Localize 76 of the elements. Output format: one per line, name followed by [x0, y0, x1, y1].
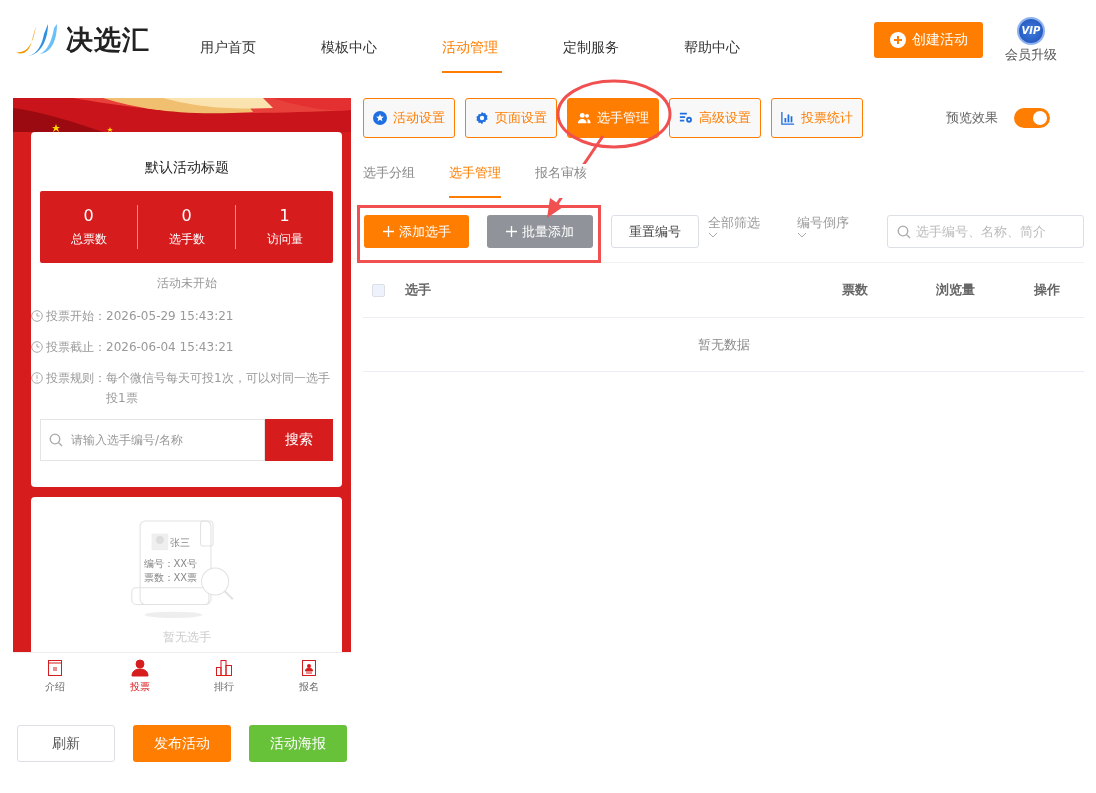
column-header: 票数	[841, 281, 869, 299]
stat-label: 选手数	[168, 231, 205, 248]
vip-upgrade-label[interactable]: 会员升级	[1005, 45, 1057, 64]
settings-icon	[475, 111, 489, 125]
filter-dropdown[interactable]: 编号倒序	[797, 210, 877, 238]
nav-link[interactable]: 用户首页	[200, 0, 321, 80]
clock-icon	[31, 341, 43, 353]
nav-link[interactable]: 帮助中心	[684, 0, 805, 80]
bottom-nav-item[interactable]: 投票	[97, 653, 182, 700]
stat-value: 0	[83, 206, 94, 225]
add-contestant-button[interactable]: 添加选手	[364, 215, 469, 248]
select-all-checkbox[interactable]	[372, 283, 385, 297]
chevron-down-icon	[797, 232, 807, 238]
bottom-nav-item[interactable]: 介绍	[13, 653, 98, 700]
illustration-text: 编号：XX号	[143, 557, 198, 571]
bar-chart-icon	[215, 659, 234, 677]
vip-badge[interactable]: VIP	[1017, 16, 1045, 45]
search-icon	[49, 433, 63, 447]
nav-link[interactable]: 模板中心	[321, 0, 442, 80]
create-activity-button[interactable]: 创建活动	[874, 22, 983, 58]
empty-table-message: 暂无数据	[363, 318, 1084, 372]
stat-value: 0	[181, 206, 192, 225]
bottom-nav-item[interactable]: 排行	[182, 653, 267, 700]
settings-tab[interactable]: 选手管理	[567, 98, 659, 138]
batch-add-button[interactable]: 批量添加	[487, 215, 593, 248]
plus-circle-icon	[889, 32, 906, 48]
activity-status: 活动未开始	[155, 275, 218, 292]
clock-icon	[31, 310, 43, 322]
settings-tab[interactable]: 投票统计	[771, 98, 863, 138]
toggle-label: 预览效果	[946, 109, 998, 127]
action-button[interactable]: 刷新	[17, 725, 115, 762]
contestant-search-field[interactable]: 选手编号、名称、简介	[887, 215, 1084, 248]
document-icon	[46, 659, 65, 677]
settings-tab[interactable]: 活动设置	[363, 98, 455, 138]
nav-link[interactable]: 活动管理	[442, 0, 563, 80]
illustration-name: 张三	[169, 536, 190, 550]
settings-tab[interactable]: 页面设置	[465, 98, 557, 138]
action-button[interactable]: 活动海报	[249, 725, 347, 762]
preview-toggle[interactable]	[1014, 108, 1050, 128]
bar-chart-icon	[781, 111, 795, 125]
info-value: 2026-06-04 15:43:21	[106, 339, 234, 356]
star-icon	[373, 111, 387, 125]
column-header: 选手	[405, 281, 432, 299]
column-header: 浏览量	[934, 281, 976, 299]
sliders-icon	[679, 111, 693, 125]
stat-label: 总票数	[70, 231, 107, 248]
search-field[interactable]: 请输入选手编号/名称	[40, 419, 265, 461]
filter-dropdown[interactable]: 全部筛选	[708, 210, 788, 238]
info-value: 每个微信号每天可投1次，可以对同一选手投1票	[106, 370, 331, 407]
illustration-text: 票数：XX票	[143, 571, 198, 585]
search-button[interactable]: 搜索	[265, 419, 333, 461]
nav-link[interactable]: 定制服务	[563, 0, 684, 80]
plus-icon	[506, 226, 517, 237]
info-label: 投票规则：	[46, 370, 106, 387]
id-card-icon	[299, 659, 318, 677]
info-value: 2026-05-29 15:43:21	[106, 308, 234, 325]
stat-label: 访问量	[266, 231, 303, 248]
column-header: 操作	[1033, 281, 1061, 299]
chevron-down-icon	[708, 232, 718, 238]
sub-tab[interactable]: 选手管理	[449, 164, 501, 198]
activity-title: 默认活动标题	[143, 158, 230, 177]
users-icon	[577, 111, 591, 125]
person-icon	[130, 659, 149, 677]
logo-icon	[14, 22, 58, 58]
action-button[interactable]: 发布活动	[133, 725, 231, 762]
info-icon	[31, 372, 43, 384]
stat-value: 1	[279, 206, 290, 225]
sub-tab[interactable]: 报名审核	[535, 164, 587, 198]
bottom-nav-item[interactable]: 报名	[266, 653, 351, 700]
reset-number-button[interactable]: 重置编号	[611, 215, 699, 248]
info-label: 投票开始：	[46, 308, 106, 325]
info-label: 投票截止：	[46, 339, 106, 356]
settings-tab[interactable]: 高级设置	[669, 98, 761, 138]
logo-text: 决选汇	[66, 23, 150, 57]
plus-icon	[382, 226, 394, 237]
search-icon	[897, 224, 911, 239]
